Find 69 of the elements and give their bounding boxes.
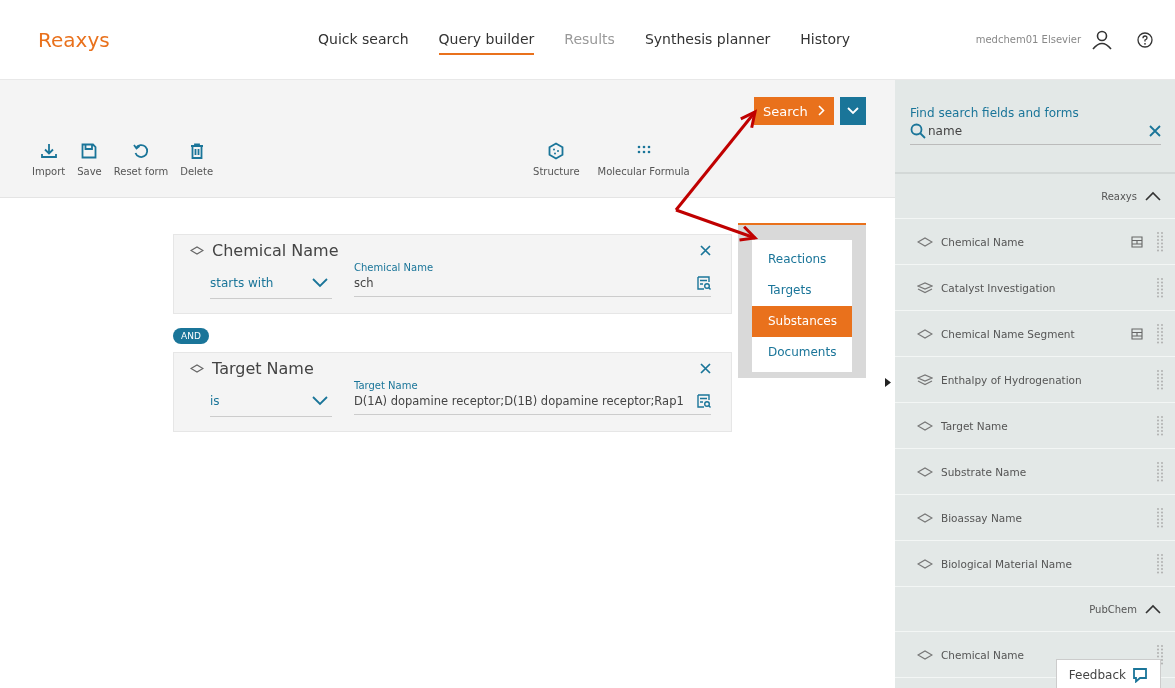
field-list-item[interactable]: Chemical Name bbox=[895, 219, 1175, 265]
lookup-icon[interactable] bbox=[697, 276, 711, 290]
save-icon bbox=[80, 142, 99, 160]
menu-item[interactable]: Documents bbox=[752, 337, 852, 368]
nav-tab[interactable]: Synthesis planner bbox=[644, 24, 771, 55]
form-icon[interactable] bbox=[1131, 327, 1143, 340]
drag-handle-icon[interactable] bbox=[1157, 461, 1163, 482]
value-field[interactable]: sch bbox=[354, 273, 711, 297]
diamond-icon bbox=[190, 364, 204, 373]
card-title: Target Name bbox=[212, 359, 314, 378]
drag-handle-icon[interactable] bbox=[1157, 277, 1163, 298]
chevron-down-icon bbox=[312, 278, 328, 288]
drag-handle-icon[interactable] bbox=[1157, 553, 1163, 574]
drag-handle-icon[interactable] bbox=[1157, 369, 1163, 390]
operator-dropdown[interactable]: starts with bbox=[210, 262, 332, 299]
field-label: Chemical Name bbox=[354, 262, 435, 273]
toolbar-button[interactable]: Import bbox=[28, 142, 70, 177]
field-list-item[interactable]: Chemical Name Segment bbox=[895, 311, 1175, 357]
user-name[interactable]: medchem01 Elsevier bbox=[975, 34, 1081, 45]
search-icon bbox=[910, 123, 926, 139]
clear-icon[interactable] bbox=[1149, 125, 1161, 137]
value-field[interactable]: D(1A) dopamine receptor;D(1B) dopamine receptor;Rap1 bbox=[354, 391, 711, 415]
close-icon[interactable] bbox=[700, 245, 711, 256]
drag-handle-icon[interactable] bbox=[1157, 507, 1163, 528]
field-list-item[interactable]: Enthalpy of Hydrogenation bbox=[895, 357, 1175, 403]
toolbar-button[interactable]: Save bbox=[73, 142, 106, 177]
menu-item[interactable]: Reactions bbox=[752, 244, 852, 275]
drag-handle-icon[interactable] bbox=[1157, 231, 1163, 252]
toolbar-button[interactable]: Molecular Formula bbox=[593, 142, 694, 177]
field-list-item[interactable]: Biological Material Name bbox=[895, 541, 1175, 587]
search-label: Find search fields and forms bbox=[910, 106, 1079, 120]
toolbar-button[interactable]: Delete bbox=[176, 142, 218, 177]
toolbar-button[interactable]: Reset form bbox=[109, 142, 173, 177]
section-header[interactable]: PubChem bbox=[895, 587, 1175, 632]
operator-dropdown[interactable]: is bbox=[210, 380, 332, 417]
nav-tab[interactable]: Query builder bbox=[438, 24, 535, 55]
chevron-icon bbox=[1145, 604, 1161, 614]
dropdown-button[interactable] bbox=[840, 97, 866, 125]
field-list-item[interactable]: Catalyst Investigation bbox=[895, 265, 1175, 311]
card-title: Chemical Name bbox=[212, 241, 339, 260]
feedback-button[interactable]: Feedback bbox=[1055, 659, 1161, 688]
chat-icon bbox=[1132, 667, 1148, 683]
lookup-icon[interactable] bbox=[697, 394, 711, 408]
hexagon-icon bbox=[547, 142, 566, 160]
nav-tab[interactable]: History bbox=[800, 24, 851, 55]
diamond-icon bbox=[190, 246, 204, 255]
import-icon bbox=[39, 142, 58, 160]
user-icon[interactable] bbox=[1091, 29, 1113, 50]
field-list-item[interactable]: Substrate Name bbox=[895, 449, 1175, 495]
collapse-handle-icon[interactable] bbox=[885, 378, 891, 387]
close-icon[interactable] bbox=[700, 363, 711, 374]
form-icon[interactable] bbox=[1131, 235, 1143, 248]
menu-item[interactable]: Targets bbox=[752, 275, 852, 306]
and-badge[interactable]: AND bbox=[173, 328, 209, 344]
chevron-right-icon bbox=[817, 104, 825, 116]
drag-handle-icon[interactable] bbox=[1157, 415, 1163, 436]
nav-tab[interactable]: Quick search bbox=[318, 24, 409, 55]
drag-handle-icon[interactable] bbox=[1157, 323, 1163, 344]
section-header[interactable]: Reaxys bbox=[895, 174, 1175, 219]
toolbar-button[interactable]: Structure bbox=[529, 142, 584, 177]
chevron-icon bbox=[1145, 191, 1161, 201]
field-list-item[interactable]: Bioassay Name bbox=[895, 495, 1175, 541]
field-list-item[interactable]: Target Name bbox=[895, 403, 1175, 449]
reset-icon bbox=[131, 142, 150, 160]
search-field[interactable]: name bbox=[910, 121, 1161, 145]
field-label: Target Name bbox=[354, 380, 419, 391]
chevron-down-icon bbox=[847, 107, 859, 115]
chevron-down-icon bbox=[312, 396, 328, 406]
help-icon[interactable] bbox=[1137, 31, 1153, 48]
